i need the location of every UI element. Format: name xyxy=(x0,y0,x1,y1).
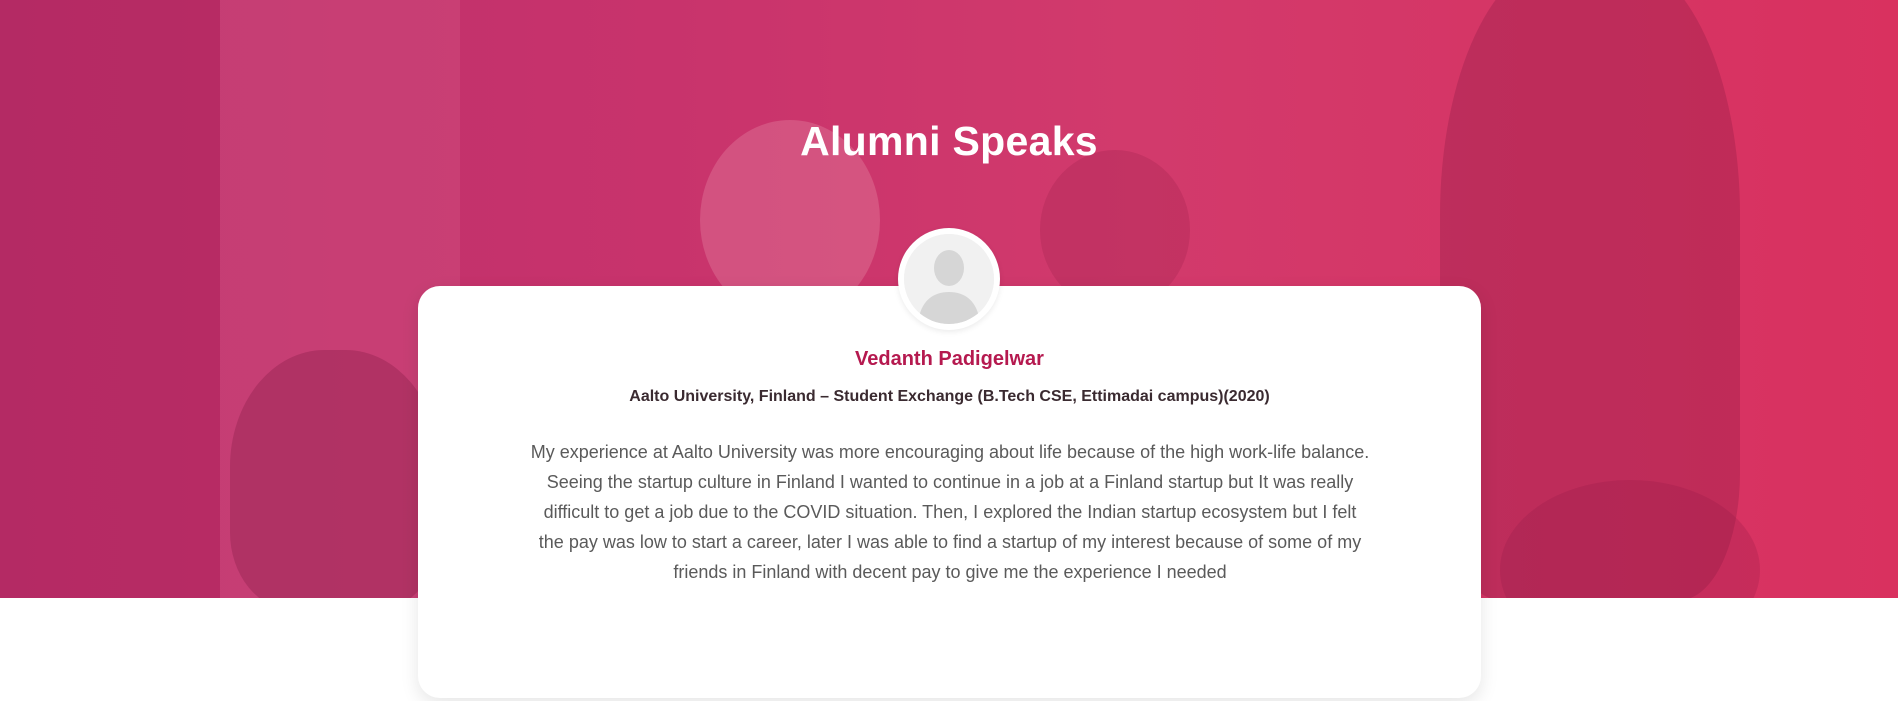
alumni-name: Vedanth Padigelwar xyxy=(855,348,1044,370)
alumni-speaks-page: Alumni Speaks Vedanth Padigelwar Aalto U… xyxy=(0,0,1898,701)
testimonial-text: My experience at Aalto University was mo… xyxy=(530,442,1370,582)
section-title: Alumni Speaks xyxy=(800,118,1098,164)
hero-photo-region xyxy=(0,0,220,598)
avatar xyxy=(898,228,1000,330)
hero-photo-figure xyxy=(230,350,440,598)
alumni-affiliation: Aalto University, Finland – Student Exch… xyxy=(629,388,1270,405)
default-user-avatar-icon xyxy=(904,234,994,324)
